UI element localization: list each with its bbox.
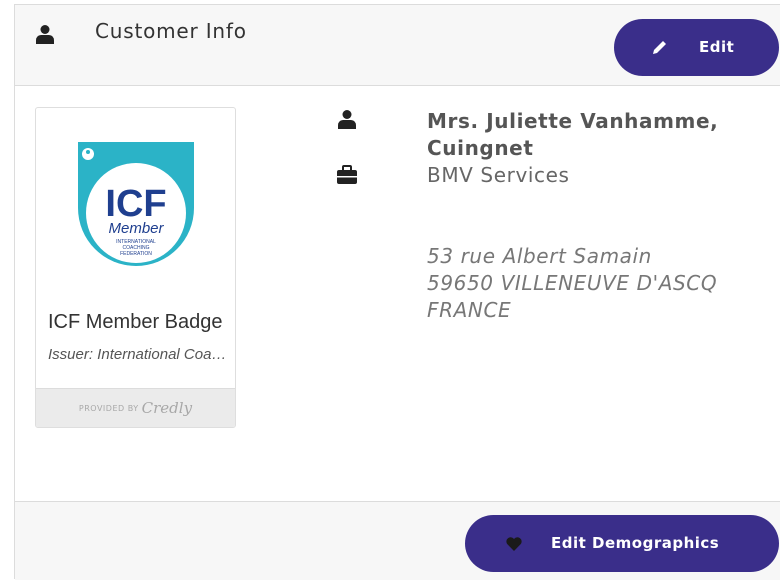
card-footer: Edit Demographics	[15, 501, 780, 580]
edit-button-label: Edit	[699, 38, 735, 56]
icf-member-badge-image: ICF Member INTERNATIONAL COACHING FEDERA…	[78, 142, 194, 266]
heart-icon	[506, 537, 522, 551]
credly-logo: Credly	[141, 399, 193, 417]
badge-logo-sub: Member	[108, 220, 164, 237]
provided-by-label: PROVIDED BY	[78, 403, 139, 413]
badge-issuer: Issuer: International Coaching Federatio…	[48, 346, 228, 363]
card-header: Customer Info Edit	[15, 5, 780, 86]
pencil-icon	[653, 41, 666, 54]
edit-demographics-label: Edit Demographics	[551, 534, 720, 552]
customer-name: Mrs. Juliette Vanhamme, Cuingnet	[427, 109, 719, 160]
address-line: FRANCE	[427, 298, 512, 322]
badge-logo-line3: FEDERATION	[120, 251, 152, 257]
briefcase-icon	[337, 165, 357, 184]
address-line: 53 rue Albert Samain	[427, 244, 652, 268]
edit-demographics-button[interactable]: Edit Demographics	[465, 515, 779, 572]
credly-footer: PROVIDED BY Credly	[36, 388, 235, 427]
company-name: BMV Services	[427, 163, 570, 187]
customer-info-card: Customer Info Edit ICF Member INTERNATIO…	[14, 4, 780, 580]
badge-name: ICF Member Badge	[48, 311, 223, 333]
user-icon	[338, 110, 356, 129]
address-line: 59650 VILLENEUVE D'ASCQ	[427, 271, 718, 295]
user-icon	[36, 25, 54, 44]
customer-address: 53 rue Albert Samain 59650 VILLENEUVE D'…	[427, 243, 777, 324]
badge-logo-text: ICF	[105, 183, 166, 225]
badge-card[interactable]: ICF Member INTERNATIONAL COACHING FEDERA…	[35, 107, 236, 428]
card-title: Customer Info	[95, 19, 247, 43]
edit-button[interactable]: Edit	[614, 19, 779, 76]
